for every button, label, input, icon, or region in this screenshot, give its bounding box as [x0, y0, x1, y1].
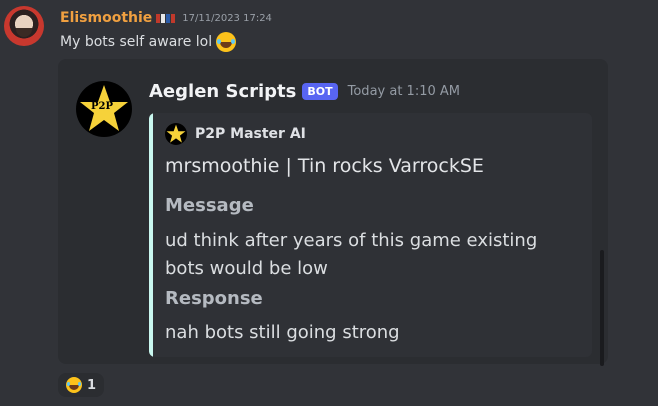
message-text: My bots self aware lol: [60, 34, 213, 50]
message-header: Elismoothie 17/11/2023 17:24: [60, 9, 272, 27]
field-response-value: nah bots still going strong: [165, 322, 400, 343]
bot-avatar-label: P2P: [91, 101, 113, 112]
embed-accent-bar: [149, 113, 153, 357]
bot-badge: BOT: [302, 82, 338, 100]
laughing-emoji-icon: [216, 32, 237, 52]
embed-card: P2P Master AI mrsmoothie | Tin rocks Var…: [149, 113, 592, 357]
author-star-icon: [165, 123, 187, 145]
user-avatar[interactable]: [4, 6, 44, 46]
embed-title: mrsmoothie | Tin rocks VarrockSE: [165, 155, 484, 177]
embed-author: P2P Master AI: [165, 123, 306, 145]
username[interactable]: Elismoothie: [60, 10, 152, 26]
embed-author-name: P2P Master AI: [195, 126, 306, 142]
bot-avatar[interactable]: P2P: [76, 81, 132, 137]
reaction-button[interactable]: 1: [58, 373, 105, 397]
message-timestamp: 17/11/2023 17:24: [182, 12, 272, 24]
scrollbar[interactable]: [600, 250, 604, 366]
bot-name[interactable]: Aeglen Scripts: [149, 81, 296, 102]
message-content: My bots self aware lol: [60, 32, 237, 52]
reaction-count: 1: [87, 377, 97, 393]
field-message-label: Message: [165, 195, 254, 216]
bot-message-timestamp: Today at 1:10 AM: [347, 83, 460, 99]
laughing-emoji-icon: [66, 377, 82, 393]
avatar-beard: [16, 28, 32, 37]
field-response-label: Response: [165, 288, 263, 309]
bot-message-header: Aeglen Scripts BOT Today at 1:10 AM: [149, 78, 460, 104]
flag-badge-icon: [156, 13, 176, 23]
field-message-value: ud think after years of this game existi…: [165, 230, 538, 279]
